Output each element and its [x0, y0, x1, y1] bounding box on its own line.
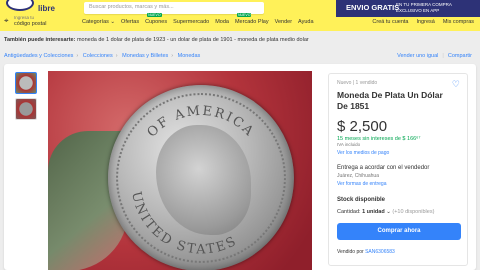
silver-coin: OF AMERICA UNITED STATES: [108, 85, 294, 270]
nav-mercado-play[interactable]: NUEVO Mercado Play: [234, 13, 269, 27]
coin-text-bottom: UNITED STATES: [128, 190, 238, 257]
main-nav: Categorías ⌄ Ofertas NUEVO Cupones Superm…: [82, 13, 314, 27]
breadcrumb-item[interactable]: Monedas: [178, 53, 201, 59]
delivery-info: Entrega a acordar con el vendedor Juárez…: [337, 164, 459, 188]
product-card: OF AMERICA UNITED STATES Nuevo | 1 vendi…: [4, 64, 476, 270]
breadcrumb-separator: ›: [115, 53, 118, 59]
product-image[interactable]: OF AMERICA UNITED STATES: [48, 71, 312, 270]
search-placeholder: Buscar productos, marcas y más...: [89, 4, 174, 10]
login-link[interactable]: Ingresá: [416, 19, 434, 25]
thumbnail-1[interactable]: [15, 72, 37, 94]
listing-actions: Vender uno igual | Compartir: [397, 53, 472, 59]
svg-text:OF AMERICA: OF AMERICA: [145, 104, 258, 141]
condition-sold: Nuevo | 1 vendido: [337, 80, 378, 86]
nav-supermercado[interactable]: Supermercado: [173, 19, 209, 27]
create-account-link[interactable]: Creá tu cuenta: [372, 19, 408, 25]
handshake-logo-icon: [6, 0, 34, 11]
delivery-line1: Entrega a acordar con el vendedor: [337, 165, 430, 171]
divider: |: [442, 53, 444, 59]
nav-vender[interactable]: Vender: [275, 19, 292, 27]
nav-ofertas[interactable]: Ofertas: [121, 19, 139, 27]
breadcrumb: Antigüedades y Colecciones › Colecciones ›…: [4, 53, 200, 59]
related-searches-label: También puede interesarte:: [4, 37, 76, 43]
quantity-selector[interactable]: Cantidad: 1 unidad ⌄ (+10 disponibles): [337, 209, 459, 215]
payment-methods-link[interactable]: Ver los medios de pago: [337, 150, 459, 156]
delivery-methods-link[interactable]: Ver formas de entrega: [337, 180, 459, 188]
my-purchases-link[interactable]: Mis compras: [443, 19, 474, 25]
breadcrumb-item[interactable]: Antigüedades y Colecciones: [4, 53, 73, 59]
nav-ayuda[interactable]: Ayuda: [298, 19, 314, 27]
chevron-down-icon: ⌄: [386, 209, 391, 215]
stock-status: Stock disponible: [337, 197, 386, 203]
quantity-label: Cantidad:: [337, 209, 361, 215]
thumbnail-2[interactable]: [15, 98, 37, 120]
location-line2: código postal: [14, 21, 47, 27]
breadcrumb-item[interactable]: Monedas y Billetes: [122, 53, 168, 59]
product-price: $ 2,500: [337, 118, 388, 135]
related-searches: También puede interesarte: moneda de 1 d…: [4, 37, 309, 43]
top-header: libre Buscar productos, marcas y más... …: [0, 0, 480, 31]
delivery-location: Juárez, Chihuahua: [337, 173, 379, 179]
nav-cupones-label: Cupones: [145, 19, 168, 25]
location-pin-icon: ⌖: [4, 16, 9, 25]
breadcrumb-separator: ›: [76, 53, 79, 59]
product-title: Moneda De Plata Un Dólar De 1851: [337, 90, 443, 111]
promo-subtitle: EN TU PRIMERA COMPRA EXCLUSIVO EN APP: [396, 2, 452, 13]
breadcrumb-separator: ›: [171, 53, 174, 59]
share-link[interactable]: Compartir: [448, 53, 472, 59]
mercadolibre-logo[interactable]: libre: [4, 0, 55, 13]
related-searches-links[interactable]: moneda de 1 dolar de plata de 1923 - un …: [77, 37, 309, 43]
nav-cupones[interactable]: NUEVO Cupones: [145, 13, 168, 27]
seller-info: Vendido por SAN6306583: [337, 249, 459, 255]
promo-title: ENVIO GRATIS: [346, 3, 400, 12]
breadcrumb-item[interactable]: Colecciones: [83, 53, 113, 59]
user-nav: Creá tu cuenta Ingresá Mis compras: [372, 19, 474, 25]
purchase-panel: Nuevo | 1 vendido ♡ Moneda De Plata Un D…: [328, 73, 468, 266]
svg-text:UNITED STATES: UNITED STATES: [128, 190, 240, 257]
seller-link[interactable]: SAN6306583: [365, 249, 395, 255]
thumbnail-list: [15, 72, 37, 124]
buy-now-button[interactable]: Comprar ahora: [337, 223, 461, 240]
location-line1: Ingresa tu: [14, 15, 35, 20]
seller-label: Vendido por: [337, 249, 364, 255]
nav-categorias[interactable]: Categorías ⌄: [82, 19, 115, 27]
promo-banner[interactable]: ENVIO GRATIS EN TU PRIMERA COMPRA EXCLUS…: [336, 0, 480, 17]
quantity-available: (+10 disponibles): [392, 209, 435, 215]
heart-icon[interactable]: ♡: [452, 79, 460, 90]
coin-lettering: OF AMERICA UNITED STATES: [128, 104, 258, 258]
nav-mercado-play-label: Mercado Play: [234, 19, 269, 25]
sell-similar-link[interactable]: Vender uno igual: [397, 53, 438, 59]
logo-text: libre: [38, 4, 55, 13]
quantity-value: 1 unidad: [362, 209, 385, 215]
new-badge: NUEVO: [147, 13, 162, 17]
new-badge: NUEVO: [236, 13, 252, 17]
coin-text-top: OF AMERICA: [145, 104, 256, 141]
iva-note: IVA incluido: [337, 142, 361, 147]
nav-moda[interactable]: Moda: [215, 19, 229, 27]
